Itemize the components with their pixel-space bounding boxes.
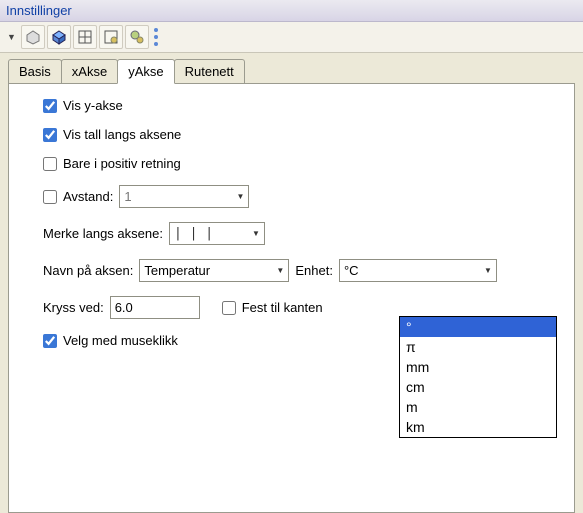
mouse-select-checkbox[interactable] xyxy=(43,334,57,348)
tab-yakse[interactable]: yAkse xyxy=(117,59,174,84)
unit-option-km[interactable]: km xyxy=(400,417,556,437)
snap-edge-checkbox[interactable] xyxy=(222,301,236,315)
mouse-select-label: Velg med museklikk xyxy=(63,333,178,348)
toolbar-overflow-icon[interactable] xyxy=(154,28,158,46)
distance-label: Avstand: xyxy=(63,189,113,204)
tab-rutenett[interactable]: Rutenett xyxy=(174,59,245,84)
unit-option-pi[interactable]: π xyxy=(400,337,556,357)
shape-icon[interactable] xyxy=(21,25,45,49)
shape-3d-icon[interactable] xyxy=(47,25,71,49)
show-yaxis-label: Vis y-akse xyxy=(63,98,123,113)
tab-basis[interactable]: Basis xyxy=(8,59,62,84)
ticks-preview: | | | xyxy=(174,226,213,241)
ticks-label: Merke langs aksene: xyxy=(43,226,163,241)
unit-combo[interactable]: °C ▼ xyxy=(339,259,497,282)
grid-gear-icon[interactable] xyxy=(99,25,123,49)
axis-name-combo[interactable]: Temperatur ▼ xyxy=(139,259,289,282)
grid-icon[interactable] xyxy=(73,25,97,49)
window-title: Innstillinger xyxy=(6,3,72,18)
window-titlebar: Innstillinger xyxy=(0,0,583,22)
snap-edge-label: Fest til kanten xyxy=(242,300,323,315)
gears-icon[interactable] xyxy=(125,25,149,49)
positive-only-label: Bare i positiv retning xyxy=(63,156,181,171)
axis-name-value: Temperatur xyxy=(144,263,210,278)
unit-option-cm[interactable]: cm xyxy=(400,377,556,397)
distance-value: 1 xyxy=(124,189,131,204)
cross-at-input[interactable] xyxy=(110,296,200,319)
chevron-down-icon: ▼ xyxy=(232,192,244,201)
unit-option-degree[interactable]: ° xyxy=(400,317,556,337)
show-numbers-checkbox[interactable] xyxy=(43,128,57,142)
unit-option-m[interactable]: m xyxy=(400,397,556,417)
distance-checkbox[interactable] xyxy=(43,190,57,204)
ticks-combo[interactable]: | | | ▼ xyxy=(169,222,265,245)
show-yaxis-checkbox[interactable] xyxy=(43,99,57,113)
unit-label: Enhet: xyxy=(295,263,333,278)
unit-value: °C xyxy=(344,263,359,278)
axis-name-label: Navn på aksen: xyxy=(43,263,133,278)
distance-combo[interactable]: 1 ▼ xyxy=(119,185,249,208)
chevron-down-icon: ▼ xyxy=(248,229,260,238)
show-numbers-label: Vis tall langs aksene xyxy=(63,127,181,142)
toolbar: ▼ xyxy=(0,22,583,53)
toolbar-expand-icon[interactable]: ▼ xyxy=(4,32,19,42)
positive-only-checkbox[interactable] xyxy=(43,157,57,171)
unit-dropdown[interactable]: ° π mm cm m km xyxy=(399,316,557,438)
chevron-down-icon: ▼ xyxy=(480,266,492,275)
chevron-down-icon: ▼ xyxy=(272,266,284,275)
yakse-panel: Vis y-akse Vis tall langs aksene Bare i … xyxy=(8,83,575,513)
tab-bar: Basis xAkse yAkse Rutenett xyxy=(0,53,583,84)
cross-at-label: Kryss ved: xyxy=(43,300,104,315)
unit-option-mm[interactable]: mm xyxy=(400,357,556,377)
tab-xakse[interactable]: xAkse xyxy=(61,59,118,84)
